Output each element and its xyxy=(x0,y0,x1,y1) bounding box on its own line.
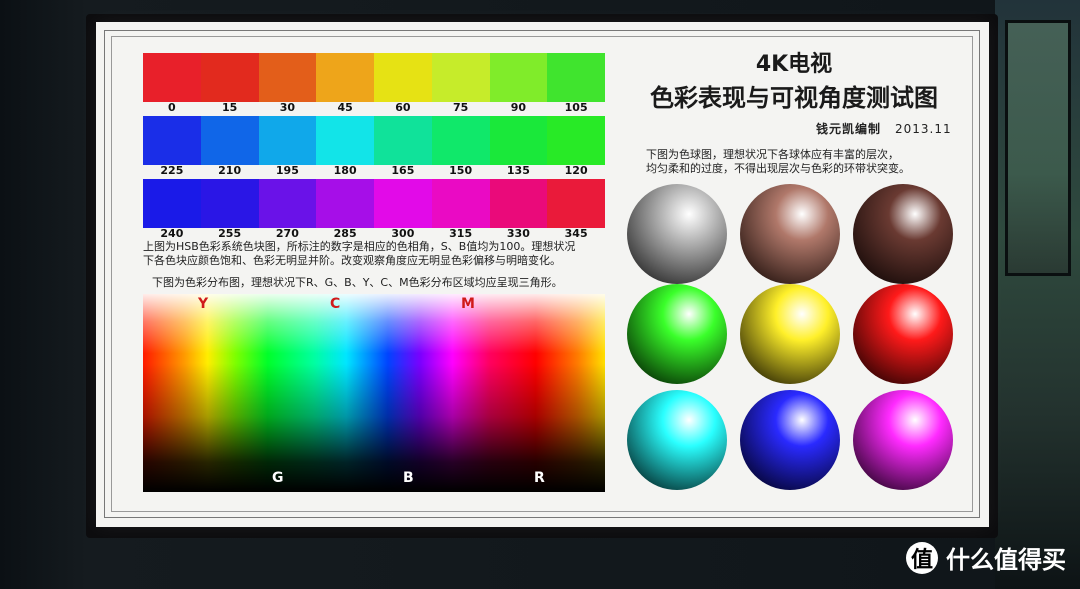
label-m: M xyxy=(461,296,475,312)
hsb-description-line2: 下各色块应颜色饱和、色彩无明显并阶。改变观察角度应无明显色彩偏移与明暗变化。 xyxy=(143,254,561,267)
hue-swatch-300 xyxy=(374,179,432,228)
sphere-description: 下图为色球图，理想状况下各球体应有丰富的层次， 均匀柔和的过度，不得出现层次与色… xyxy=(646,148,910,176)
author-date: 2013.11 xyxy=(895,122,952,136)
sphere-description-line1: 下图为色球图，理想状况下各球体应有丰富的层次， xyxy=(646,148,899,161)
hue-swatch-270 xyxy=(258,179,317,228)
label-r: R xyxy=(534,470,545,486)
hue-swatch-150 xyxy=(431,116,490,165)
label-y: Y xyxy=(198,296,209,312)
hue-label-60: 60 xyxy=(395,101,411,114)
color-distribution-chart xyxy=(143,294,605,492)
hue-row-1 xyxy=(143,53,605,102)
hue-label-0: 0 xyxy=(168,101,176,114)
title-line2: 色彩表现与可视角度测试图 xyxy=(650,84,938,112)
watermark-icon: 值 xyxy=(906,541,938,574)
author-name: 钱元凯编制 xyxy=(816,122,882,136)
sphere-brown xyxy=(853,184,953,284)
sphere-red xyxy=(853,284,953,384)
author-line: 钱元凯编制 2013.11 xyxy=(816,120,952,137)
hsb-description-line1: 上图为HSB色彩系统色块图，所标注的数字是相应的色相角，S、B值均为100。理想… xyxy=(143,240,576,253)
hue-label-255: 255 xyxy=(218,227,242,240)
hue-swatch-105 xyxy=(547,53,605,102)
hue-label-210: 210 xyxy=(218,164,242,177)
hue-label-330: 330 xyxy=(506,227,530,240)
watermark: 值 什么值得买 xyxy=(906,540,1066,575)
sphere-cyan xyxy=(627,390,727,490)
hue-swatch-240 xyxy=(143,179,201,228)
hue-swatch-30 xyxy=(258,53,317,102)
hue-row-3 xyxy=(143,179,605,228)
hue-swatch-135 xyxy=(489,116,548,165)
hue-label-15: 15 xyxy=(221,101,238,114)
hue-label-285: 285 xyxy=(333,227,357,240)
hue-swatch-255 xyxy=(200,179,259,228)
sphere-gray xyxy=(627,184,727,284)
hue-swatch-75 xyxy=(431,53,490,102)
sphere-blue xyxy=(740,390,840,490)
hue-label-135: 135 xyxy=(506,164,530,177)
label-b: B xyxy=(403,470,414,486)
sphere-description-line2: 均匀柔和的过度，不得出现层次与色彩的环带状突变。 xyxy=(646,162,910,175)
hue-label-225: 225 xyxy=(160,164,184,177)
watermark-text: 什么值得买 xyxy=(946,546,1066,574)
hue-swatch-195 xyxy=(258,116,317,165)
hue-row-2 xyxy=(143,116,605,165)
hue-label-300: 300 xyxy=(391,227,415,240)
hue-swatch-60 xyxy=(374,53,432,102)
sphere-magenta xyxy=(853,390,953,490)
distribution-caption: 下图为色彩分布图，理想状况下R、G、B、Y、C、M色彩分布区域均应呈现三角形。 xyxy=(152,276,563,289)
hue-label-120: 120 xyxy=(564,164,588,177)
background-window xyxy=(995,0,1080,589)
hue-swatch-165 xyxy=(374,116,432,165)
hue-label-165: 165 xyxy=(391,164,415,177)
hsb-description: 上图为HSB色彩系统色块图，所标注的数字是相应的色相角，S、B值均为100。理想… xyxy=(143,240,575,268)
hue-swatch-90 xyxy=(489,53,548,102)
hue-swatch-345 xyxy=(547,179,605,228)
hue-label-195: 195 xyxy=(275,164,299,177)
hue-swatch-330 xyxy=(489,179,548,228)
hue-label-315: 315 xyxy=(449,227,473,240)
hue-labels-2: 225 210 195 180 165 150 135 120 xyxy=(143,164,605,177)
hue-label-75: 75 xyxy=(452,101,469,114)
hue-label-345: 345 xyxy=(564,227,588,240)
sphere-skin xyxy=(740,184,840,284)
hue-swatch-225 xyxy=(143,116,201,165)
hue-label-150: 150 xyxy=(449,164,473,177)
hue-swatch-315 xyxy=(431,179,490,228)
label-g: G xyxy=(272,470,284,486)
hue-label-90: 90 xyxy=(510,101,527,114)
hue-label-45: 45 xyxy=(337,101,353,114)
hue-swatch-285 xyxy=(316,179,374,228)
sphere-yellow xyxy=(740,284,840,384)
hue-swatch-45 xyxy=(316,53,374,102)
hue-labels-1: 0 15 30 45 60 75 90 105 xyxy=(143,101,605,114)
hue-label-30: 30 xyxy=(279,101,296,114)
hue-swatch-120 xyxy=(547,116,605,165)
hue-swatch-180 xyxy=(316,116,374,165)
title-line1: 4K电视 xyxy=(755,52,833,77)
hue-label-105: 105 xyxy=(564,101,588,114)
hue-swatch-15 xyxy=(200,53,259,102)
hue-label-240: 240 xyxy=(160,227,184,240)
hue-label-270: 270 xyxy=(275,227,299,240)
hue-labels-3: 240 255 270 285 300 315 330 345 xyxy=(143,227,605,240)
hue-swatch-0 xyxy=(143,53,201,102)
hue-swatch-210 xyxy=(200,116,259,165)
sphere-green xyxy=(627,284,727,384)
label-c: C xyxy=(330,296,341,312)
hue-label-180: 180 xyxy=(333,164,357,177)
